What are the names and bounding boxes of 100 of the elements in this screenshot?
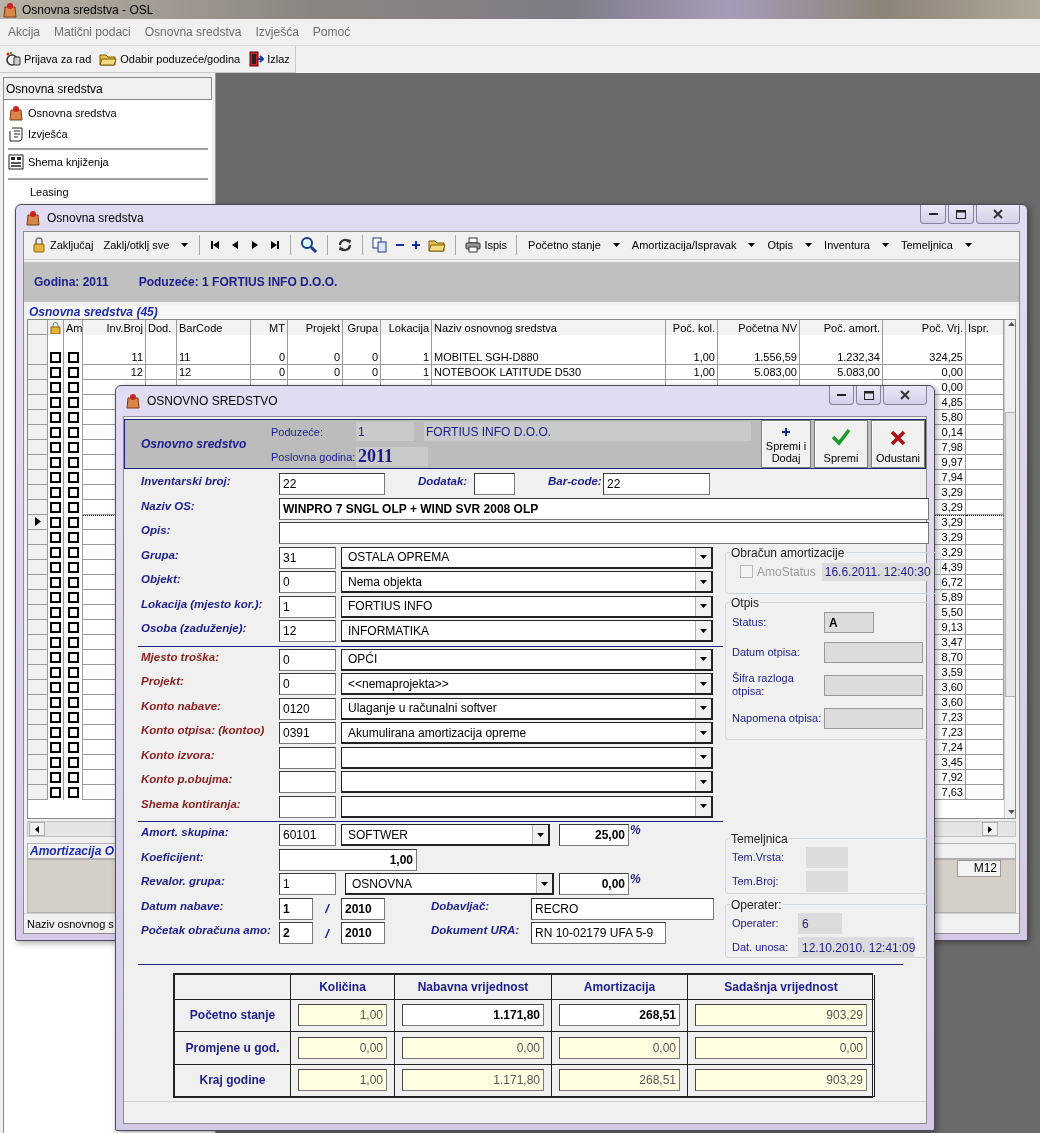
cancel-button[interactable]: Odustani (871, 420, 925, 468)
amount-field[interactable]: 1.171,80 (402, 1069, 544, 1092)
month-field[interactable]: 2 (279, 922, 313, 945)
code-field[interactable]: 0 (279, 571, 336, 594)
menu-item[interactable]: Akcija (1, 25, 47, 39)
code-field[interactable]: 0 (279, 648, 336, 671)
scroll-left-button[interactable] (29, 822, 45, 837)
checkbox[interactable] (67, 726, 79, 738)
code-field[interactable]: 1 (279, 873, 336, 896)
checkbox[interactable] (67, 501, 79, 513)
checkbox[interactable] (67, 441, 79, 453)
amount-field[interactable]: 1,00 (298, 1069, 387, 1092)
dropdown-field[interactable]: OSNOVNA (345, 873, 554, 896)
code-field[interactable] (279, 795, 336, 818)
code-field[interactable] (279, 771, 336, 794)
dropdown-menu-button[interactable]: Početno stanje (523, 237, 625, 254)
menu-item[interactable]: Pomoć (305, 25, 358, 39)
scrollbar-thumb[interactable] (1005, 411, 1015, 697)
amount-field[interactable]: 903,29 (695, 1004, 867, 1027)
checkbox[interactable] (67, 591, 79, 603)
toolbar-button[interactable]: Prijava za rad (4, 49, 93, 69)
code-field[interactable]: 1 (279, 595, 336, 618)
dropdown-field[interactable] (341, 746, 713, 769)
menu-item[interactable]: Matični podaci (47, 25, 138, 39)
input-field[interactable]: RN 10-02179 UFA 5-9 (531, 922, 666, 945)
amount-field[interactable]: 0,00 (402, 1036, 544, 1059)
close-button[interactable] (883, 386, 927, 405)
year-input-field[interactable]: 2010 (341, 922, 385, 945)
dropdown-field[interactable]: OSTALA OPREMA (341, 546, 713, 569)
checkbox[interactable] (67, 396, 79, 408)
year-input-field[interactable]: 2010 (341, 897, 385, 920)
toolbar-button[interactable]: Izlaz (247, 49, 291, 69)
input-field[interactable]: RECRO (531, 897, 714, 920)
input-field[interactable]: 22 (603, 473, 710, 496)
dropdown-field[interactable]: INFORMATIKA (341, 620, 713, 643)
checkbox[interactable] (67, 741, 79, 753)
maximize-button[interactable] (856, 386, 881, 405)
dropdown-field[interactable]: <<nemaprojekta>> (341, 673, 713, 696)
lock-button[interactable]: Zaključaj (28, 235, 97, 256)
save-and-add-button[interactable]: Spremi i Dodaj (761, 420, 811, 468)
amount-field[interactable]: 268,51 (559, 1004, 680, 1027)
code-field[interactable]: 31 (279, 546, 336, 569)
checkbox[interactable] (67, 606, 79, 618)
checkbox[interactable] (67, 756, 79, 768)
dropdown-field[interactable] (341, 795, 713, 818)
close-button[interactable] (976, 205, 1020, 224)
checkbox[interactable] (67, 576, 79, 588)
scroll-down-icon[interactable] (1008, 810, 1015, 815)
menu-item[interactable]: Osnovna sredstva (137, 25, 249, 39)
input-field[interactable] (474, 473, 515, 496)
checkbox[interactable] (67, 351, 79, 363)
checkbox[interactable] (67, 666, 79, 678)
menu-item[interactable]: Izvješća (248, 25, 306, 39)
amount-field[interactable]: 903,29 (695, 1069, 867, 1092)
input-field[interactable]: 0,00 (559, 873, 629, 896)
input-field[interactable]: WINPRO 7 SNGL OLP + WIND SVR 2008 OLP (279, 497, 929, 520)
checkbox[interactable] (67, 786, 79, 798)
print-button[interactable]: Ispis (462, 235, 511, 256)
checkbox[interactable] (67, 696, 79, 708)
minimize-button[interactable] (829, 386, 854, 405)
checkbox[interactable] (67, 516, 79, 528)
dropdown-menu-button[interactable]: Zaklj/otklj sve (98, 237, 194, 254)
save-button[interactable]: Spremi (814, 420, 868, 468)
dropdown-field[interactable]: Ulaganje u računalni softver (341, 697, 713, 720)
sidebar-item[interactable]: Osnovna sredstva (8, 102, 208, 123)
dropdown-menu-button[interactable]: Inventura (819, 237, 894, 254)
code-field[interactable]: 12 (279, 620, 336, 643)
dropdown-field[interactable]: OPĆI (341, 648, 713, 671)
dropdown-field[interactable]: SOFTWER (341, 824, 550, 847)
amount-field[interactable]: 268,51 (559, 1069, 680, 1092)
checkbox[interactable] (67, 561, 79, 573)
dropdown-field[interactable]: Akumulirana amortizacija opreme (341, 722, 713, 745)
code-field[interactable]: 0391 (279, 722, 336, 745)
dropdown-field[interactable]: Nema objekta (341, 571, 713, 594)
code-field[interactable] (279, 746, 336, 769)
checkbox[interactable] (67, 771, 79, 783)
checkbox[interactable] (67, 621, 79, 633)
dropdown-field[interactable]: FORTIUS INFO (341, 595, 713, 618)
dropdown-menu-button[interactable]: Amortizacija/Ispravak (626, 237, 761, 254)
checkbox[interactable] (67, 411, 79, 423)
checkbox[interactable] (67, 681, 79, 693)
input-field[interactable] (279, 522, 929, 545)
checkbox[interactable] (67, 711, 79, 723)
checkbox[interactable] (67, 471, 79, 483)
amount-field[interactable]: 0,00 (695, 1036, 867, 1059)
code-field[interactable]: 0 (279, 673, 336, 696)
minimize-button[interactable] (920, 205, 946, 224)
dropdown-menu-button[interactable]: Temeljnica (895, 237, 977, 254)
checkbox[interactable] (67, 381, 79, 393)
checkbox[interactable] (67, 531, 79, 543)
amount-field[interactable]: 1.171,80 (402, 1004, 544, 1027)
code-field[interactable]: 0120 (279, 697, 336, 720)
checkbox[interactable] (67, 426, 79, 438)
maximize-button[interactable] (948, 205, 974, 224)
sidebar-item[interactable]: Izvješća (8, 123, 208, 144)
amount-field[interactable]: 0,00 (298, 1036, 387, 1059)
dropdown-menu-button[interactable]: Otpis (762, 237, 818, 254)
amount-field[interactable]: 0,00 (559, 1036, 680, 1059)
month-field[interactable]: 1 (279, 897, 313, 920)
toolbar-button[interactable]: Odabir poduzeće/godina (98, 49, 242, 69)
